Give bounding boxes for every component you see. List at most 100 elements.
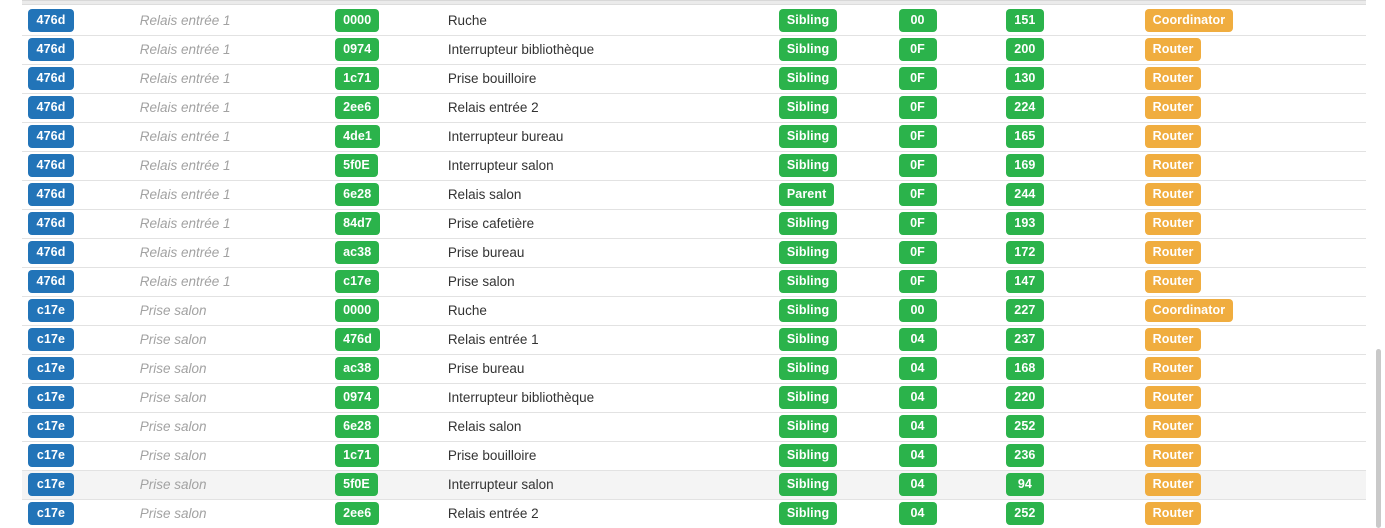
- device-type-badge: Router: [1144, 240, 1202, 265]
- relationship-badge: Sibling: [778, 269, 838, 294]
- target-name-label: Prise bouilloire: [447, 71, 537, 86]
- source-name-cell: Prise salon: [97, 441, 330, 471]
- source-id-badge: 476d: [28, 211, 74, 236]
- target-name-label: Interrupteur bibliothèque: [447, 42, 595, 57]
- target-id-badge: 0000: [335, 298, 380, 323]
- depth-badge: 04: [898, 443, 937, 468]
- relationship-cell: Sibling: [772, 238, 889, 268]
- target-name-cell: Relais entrée 2: [425, 93, 773, 123]
- source-name-label: Prise salon: [139, 332, 207, 347]
- source-name-label: Prise salon: [139, 303, 207, 318]
- source-id-cell: c17e: [22, 470, 98, 500]
- target-id-cell: 6e28: [329, 412, 426, 442]
- target-name-label: Prise cafetière: [447, 216, 535, 231]
- source-id-cell: 476d: [22, 267, 98, 297]
- target-id-badge: 1c71: [335, 66, 380, 91]
- target-name-label: Ruche: [447, 303, 487, 318]
- vertical-scrollbar[interactable]: [1370, 0, 1385, 528]
- source-id-cell: 476d: [22, 238, 98, 268]
- table-row[interactable]: 476d Relais entrée 1 0000 Ruche Sibling 00 151…: [22, 6, 1366, 36]
- table-row[interactable]: 476d Relais entrée 1 1c71 Prise bouilloire S…: [22, 64, 1366, 94]
- depth-cell: 04: [888, 470, 998, 500]
- zigbee-neighbour-table: 476d Relais entrée 1 0000 Ruche Sibling 00 151…: [22, 6, 1366, 528]
- source-id-badge: 476d: [28, 182, 74, 207]
- table-row[interactable]: 476d Relais entrée 1 6e28 Relais salon Paren…: [22, 180, 1366, 210]
- table-row[interactable]: 476d Relais entrée 1 0974 Interrupteur bibl…: [22, 35, 1366, 65]
- target-id-cell: 6e28: [329, 180, 426, 210]
- target-name-cell: Prise salon: [425, 267, 773, 297]
- table-row[interactable]: c17e Prise salon 0000 Ruche Sibling 00 227 Coor…: [22, 296, 1366, 326]
- target-id-badge: 2ee6: [335, 95, 380, 120]
- lqi-badge: 172: [1005, 240, 1044, 265]
- table-row[interactable]: c17e Prise salon 5f0E Interrupteur salon Sib…: [22, 470, 1366, 500]
- target-name-label: Interrupteur salon: [447, 477, 554, 492]
- relationship-badge: Sibling: [778, 298, 838, 323]
- target-name-cell: Prise bureau: [425, 354, 773, 384]
- relationship-badge: Parent: [778, 182, 835, 207]
- table-row[interactable]: 476d Relais entrée 1 84d7 Prise cafetière Si…: [22, 209, 1366, 239]
- lqi-cell: 147: [997, 267, 1135, 297]
- device-type-cell: Router: [1134, 354, 1366, 384]
- lqi-badge: 200: [1005, 37, 1044, 62]
- lqi-cell: 172: [997, 238, 1135, 268]
- target-id-cell: 5f0E: [329, 151, 426, 181]
- source-name-label: Relais entrée 1: [139, 245, 231, 260]
- target-name-cell: Ruche: [425, 296, 773, 326]
- vertical-scrollbar-thumb[interactable]: [1376, 349, 1381, 528]
- lqi-badge: 224: [1005, 95, 1044, 120]
- depth-badge: 04: [898, 472, 937, 497]
- lqi-badge: 220: [1005, 385, 1044, 410]
- target-id-cell: 476d: [329, 325, 426, 355]
- device-type-cell: Router: [1134, 238, 1366, 268]
- table-row[interactable]: c17e Prise salon 1c71 Prise bouilloire Sibli…: [22, 441, 1366, 471]
- target-name-cell: Interrupteur salon: [425, 470, 773, 500]
- table-row[interactable]: 476d Relais entrée 1 4de1 Interrupteur bure…: [22, 122, 1366, 152]
- table-row[interactable]: 476d Relais entrée 1 ac38 Prise bureau Sibli…: [22, 238, 1366, 268]
- table-row[interactable]: 476d Relais entrée 1 5f0E Interrupteur salo…: [22, 151, 1366, 181]
- table-row[interactable]: c17e Prise salon 476d Relais entrée 1 Siblin…: [22, 325, 1366, 355]
- relationship-cell: Sibling: [772, 499, 889, 528]
- device-type-cell: Router: [1134, 412, 1366, 442]
- table-scroll-container[interactable]: 476d Relais entrée 1 0000 Ruche Sibling 00 151…: [0, 6, 1385, 528]
- target-id-cell: c17e: [329, 267, 426, 297]
- table-row[interactable]: c17e Prise salon 0974 Interrupteur biblioth…: [22, 383, 1366, 413]
- target-id-badge: 2ee6: [335, 501, 380, 526]
- source-name-cell: Prise salon: [97, 383, 330, 413]
- table-row[interactable]: c17e Prise salon 6e28 Relais salon Sibling 04…: [22, 412, 1366, 442]
- device-type-badge: Router: [1144, 356, 1202, 381]
- depth-cell: 0F: [888, 267, 998, 297]
- relationship-badge: Sibling: [778, 124, 838, 149]
- device-type-cell: Router: [1134, 470, 1366, 500]
- source-id-badge: c17e: [28, 501, 74, 526]
- target-id-badge: ac38: [335, 240, 380, 265]
- device-type-badge: Router: [1144, 501, 1202, 526]
- depth-cell: 0F: [888, 238, 998, 268]
- relationship-badge: Sibling: [778, 8, 838, 32]
- target-name-label: Prise salon: [447, 274, 515, 289]
- device-type-cell: Coordinator: [1134, 6, 1366, 36]
- table-row[interactable]: c17e Prise salon 2ee6 Relais entrée 2 Siblin…: [22, 499, 1366, 528]
- source-id-cell: c17e: [22, 325, 98, 355]
- source-name-cell: Prise salon: [97, 499, 330, 528]
- relationship-cell: Sibling: [772, 122, 889, 152]
- target-name-cell: Prise cafetière: [425, 209, 773, 239]
- device-type-cell: Router: [1134, 383, 1366, 413]
- depth-badge: 0F: [898, 124, 937, 149]
- depth-cell: 00: [888, 296, 998, 326]
- target-name-cell: Relais entrée 2: [425, 499, 773, 528]
- depth-cell: 04: [888, 383, 998, 413]
- table-row[interactable]: 476d Relais entrée 1 c17e Prise salon Siblin…: [22, 267, 1366, 297]
- source-id-cell: 476d: [22, 209, 98, 239]
- lqi-cell: 94: [997, 470, 1135, 500]
- lqi-cell: 244: [997, 180, 1135, 210]
- source-id-cell: 476d: [22, 93, 98, 123]
- source-id-badge: 476d: [28, 37, 74, 62]
- target-id-cell: 0974: [329, 35, 426, 65]
- depth-cell: 0F: [888, 64, 998, 94]
- table-row[interactable]: 476d Relais entrée 1 2ee6 Relais entrée 2 Si…: [22, 93, 1366, 123]
- source-id-cell: 476d: [22, 64, 98, 94]
- device-type-cell: Router: [1134, 35, 1366, 65]
- table-row[interactable]: c17e Prise salon ac38 Prise bureau Sibling 04…: [22, 354, 1366, 384]
- device-type-cell: Router: [1134, 122, 1366, 152]
- relationship-badge: Sibling: [778, 240, 838, 265]
